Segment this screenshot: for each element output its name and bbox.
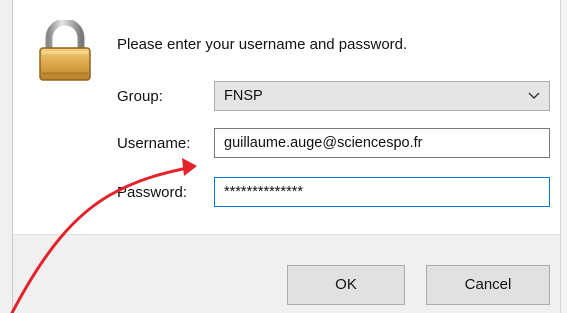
chevron-down-icon[interactable] xyxy=(528,91,540,101)
group-select[interactable]: FNSP xyxy=(214,81,550,111)
username-field[interactable]: guillaume.auge@sciencespo.fr xyxy=(214,128,550,158)
password-field[interactable]: ************** xyxy=(214,177,550,207)
window-right-edge xyxy=(560,0,567,313)
cancel-button[interactable]: Cancel xyxy=(426,265,550,305)
padlock-icon xyxy=(39,20,91,81)
dialog-prompt: Please enter your username and password. xyxy=(117,36,408,53)
password-label: Password: xyxy=(117,184,188,201)
ok-button[interactable]: OK xyxy=(287,265,405,305)
group-value: FNSP xyxy=(224,88,263,104)
login-dialog: Please enter your username and password.… xyxy=(0,0,567,313)
window-left-edge xyxy=(0,0,13,313)
group-label: Group: xyxy=(117,88,163,105)
username-label: Username: xyxy=(117,135,191,152)
